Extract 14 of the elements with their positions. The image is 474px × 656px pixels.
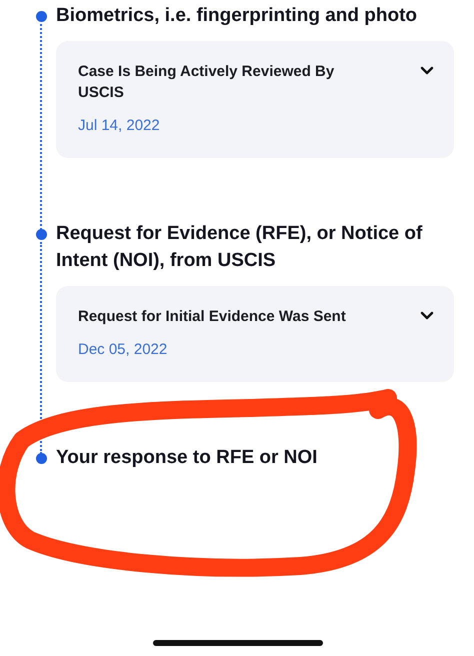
status-card[interactable]: Request for Initial Evidence Was Sent Dec 05, 2022 bbox=[56, 286, 454, 382]
status-title: Request for Initial Evidence Was Sent bbox=[78, 307, 346, 327]
timeline-dot bbox=[36, 229, 46, 240]
status-title: Case Is Being Actively Reviewed By USCIS bbox=[78, 62, 336, 103]
timeline-dot bbox=[36, 11, 46, 22]
timeline-dot bbox=[36, 453, 46, 464]
step-title: Biometrics, i.e. fingerprinting and photo bbox=[56, 4, 418, 28]
step-title: Request for Evidence (RFE), or Notice of Intent (NOI), from USCIS bbox=[56, 222, 424, 273]
chevron-icon[interactable] bbox=[420, 66, 434, 76]
status-card[interactable]: Case Is Being Actively Reviewed By USCIS Jul 14, 2022 bbox=[56, 41, 454, 158]
status-date: Dec 05, 2022 bbox=[78, 341, 168, 358]
status-date: Jul 14, 2022 bbox=[78, 117, 161, 134]
chevron-icon[interactable] bbox=[420, 311, 434, 321]
step-title: Your response to RFE or NOI bbox=[56, 446, 318, 470]
